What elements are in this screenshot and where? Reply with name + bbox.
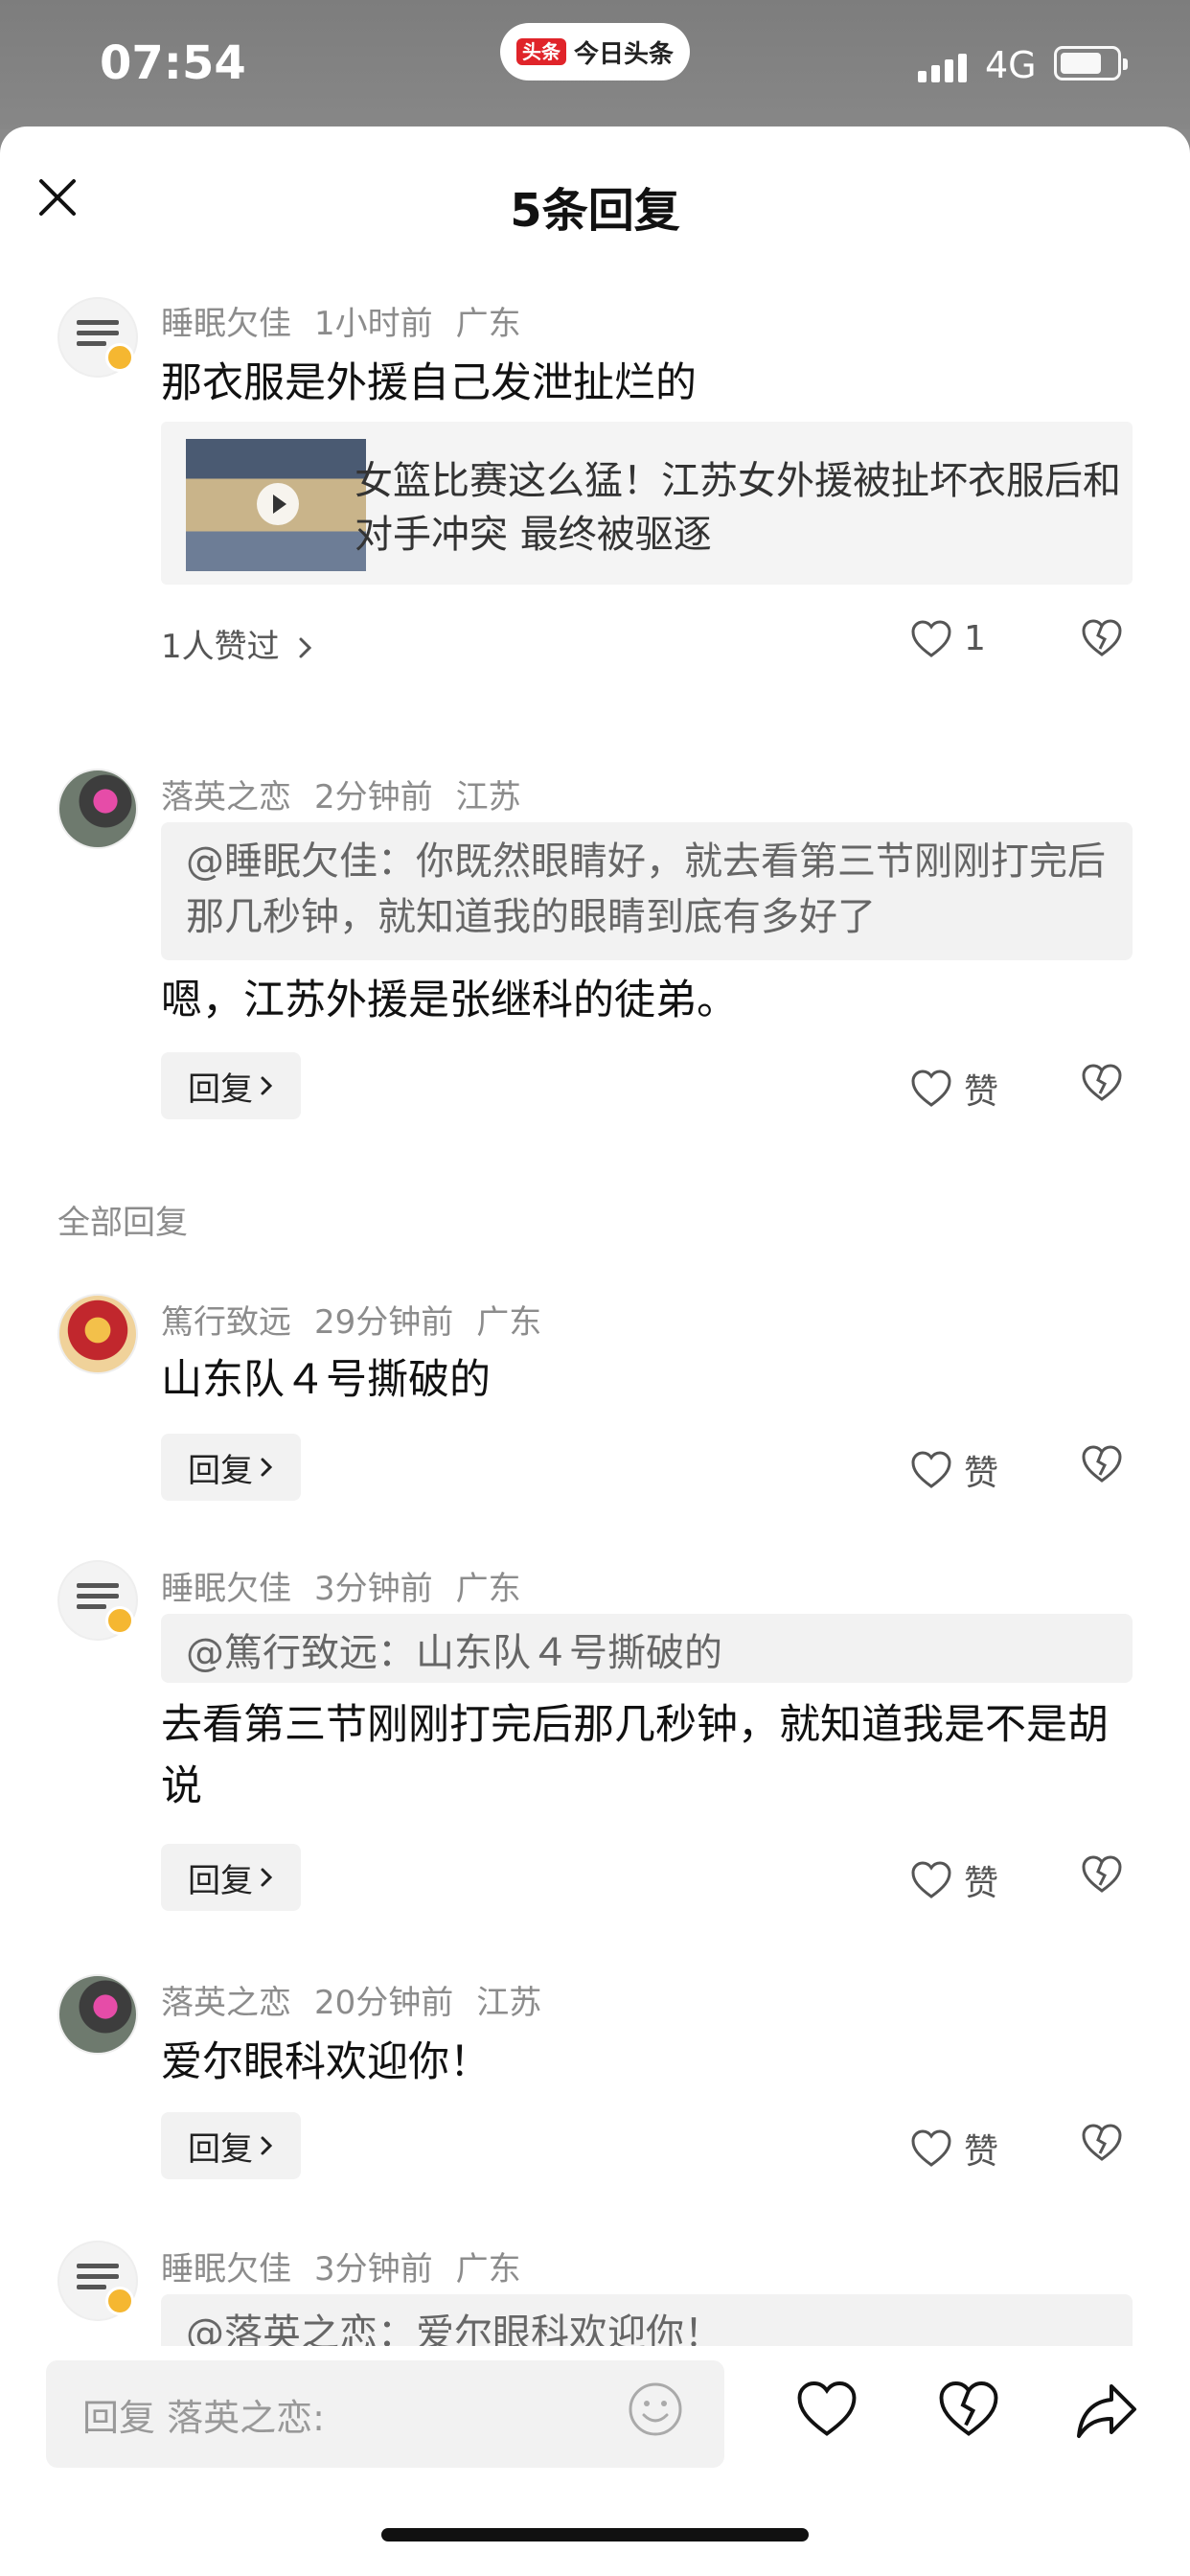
comment-text: 那衣服是外援自己发泄扯烂的 [161,359,697,407]
location: 江苏 [476,1984,542,2022]
heart-icon[interactable] [795,2380,858,2438]
timestamp: 3分钟前 [314,2250,433,2288]
comment-text: 去看第三节刚刚打完后那几秒钟，就知道我是不是胡说 [161,1701,1109,1810]
broken-heart-icon [1082,1855,1122,1893]
likers-text: 1人赞过 [161,628,280,666]
avatar[interactable] [57,769,138,849]
verified-badge-icon [105,2287,134,2315]
emoji-icon[interactable] [627,2380,684,2438]
comment-text: 爱尔眼科欢迎你！ [161,2038,491,2086]
verified-badge-icon [105,343,134,372]
network-type: 4G [985,44,1037,86]
timestamp: 3分钟前 [314,1570,433,1608]
dislike-button[interactable] [1081,1445,1123,1487]
like-button[interactable]: 1 [910,619,986,658]
play-icon [257,483,299,525]
dislike-button[interactable] [1081,2124,1123,2166]
avatar[interactable] [57,1974,138,2055]
comment-meta: 篤行致远 29分钟前 广东 [161,1296,564,1343]
like-button[interactable]: 赞 [910,1855,998,1905]
location: 广东 [455,305,521,343]
chevron-right-icon [261,1458,273,1477]
reply-label: 回复 [188,2129,253,2169]
broken-heart-icon [1082,2124,1122,2161]
broken-heart-icon [1082,619,1122,656]
reply-label: 回复 [188,1861,253,1900]
like-label: 赞 [964,2132,999,2172]
comment-meta: 睡眠欠佳 3分钟前 广东 [161,2242,544,2289]
status-bar: 07:54 头条 今日头条 4G [0,0,1190,129]
username[interactable]: 睡眠欠佳 [161,2250,291,2288]
reply-button[interactable]: 回复 [161,1052,301,1119]
broken-heart-icon [1082,1064,1122,1101]
app-name: 今日头条 [573,39,674,69]
reply-button[interactable]: 回复 [161,1844,301,1911]
likers-link[interactable]: 1人赞过 [161,620,314,667]
quoted-reply: @睡眠欠佳：你既然眼睛好，就去看第三节刚刚打完后那几秒钟，就知道我的眼睛到底有多… [161,822,1133,960]
chevron-right-icon [299,637,312,658]
dislike-button[interactable] [1081,1855,1123,1898]
like-button[interactable]: 赞 [910,1064,998,1114]
replies-sheet: 5条回复 睡眠欠佳 1小时前 广东 那衣服是外援自己发泄扯烂的 女篮比赛这么猛！江苏… [0,126,1190,2576]
chevron-right-icon [261,1868,273,1887]
username[interactable]: 落英之恋 [161,1984,291,2022]
reply-input[interactable]: 回复 落英之恋: [46,2360,724,2468]
comment-meta: 睡眠欠佳 1小时前 广东 [161,297,544,344]
status-time: 07:54 [100,36,246,90]
username[interactable]: 篤行致远 [161,1303,291,1342]
verified-badge-icon [105,1606,134,1635]
avatar[interactable] [57,1294,138,1374]
comment-meta: 睡眠欠佳 3分钟前 广东 [161,1562,544,1609]
app-indicator-pill[interactable]: 头条 今日头条 [500,23,690,80]
comment-meta: 落英之恋 2分钟前 江苏 [161,770,544,817]
like-label: 赞 [964,1864,999,1903]
article-title[interactable]: 女篮比赛这么猛！江苏女外援被扯坏衣服后和对手冲突 最终被驱逐 [355,454,1121,562]
like-label: 赞 [964,1454,999,1493]
heart-icon [911,1070,951,1107]
broken-heart-icon[interactable] [937,2380,1000,2438]
broken-heart-icon [1082,1445,1122,1483]
reply-button[interactable]: 回复 [161,1434,301,1501]
location: 广东 [476,1303,542,1342]
chevron-right-icon [261,2136,273,2155]
dislike-button[interactable] [1081,619,1123,661]
chevron-right-icon [261,1076,273,1095]
like-button[interactable]: 赞 [910,1445,998,1495]
heart-icon [911,2129,951,2167]
quoted-reply: @篤行致远：山东队４号撕破的 [161,1614,1133,1683]
timestamp: 2分钟前 [314,778,433,816]
sheet-title: 5条回复 [510,184,680,238]
username[interactable]: 落英之恋 [161,778,291,816]
comment-meta: 落英之恋 20分钟前 江苏 [161,1976,564,2023]
comment-text: 山东队４号撕破的 [161,1356,491,1404]
location: 江苏 [455,778,521,816]
timestamp: 29分钟前 [314,1303,454,1342]
battery-icon [1054,46,1128,80]
reply-label: 回复 [188,1451,253,1490]
comment-text: 嗯，江苏外援是张继科的徒弟。 [161,977,738,1024]
app-badge: 头条 [515,38,566,65]
dislike-button[interactable] [1081,1064,1123,1106]
location: 广东 [455,1570,521,1608]
bottom-bar: 回复 落英之恋: [0,2346,1190,2576]
timestamp: 20分钟前 [314,1984,454,2022]
heart-icon [911,1861,951,1898]
like-label: 赞 [964,1072,999,1112]
home-indicator [381,2528,809,2542]
username[interactable]: 睡眠欠佳 [161,305,291,343]
share-icon[interactable] [1075,2380,1140,2440]
reply-label: 回复 [188,1070,253,1109]
timestamp: 1小时前 [314,305,433,343]
username[interactable]: 睡眠欠佳 [161,1570,291,1608]
like-button[interactable]: 赞 [910,2124,998,2174]
section-label: 全部回复 [57,1204,188,1242]
reply-input-placeholder: 回复 落英之恋: [82,2396,325,2439]
heart-icon [911,1451,951,1488]
like-count: 1 [964,619,986,658]
location: 广东 [455,2250,521,2288]
article-thumbnail [186,439,366,571]
heart-icon [911,619,951,657]
signal-icon [918,54,968,82]
reply-button[interactable]: 回复 [161,2112,301,2179]
